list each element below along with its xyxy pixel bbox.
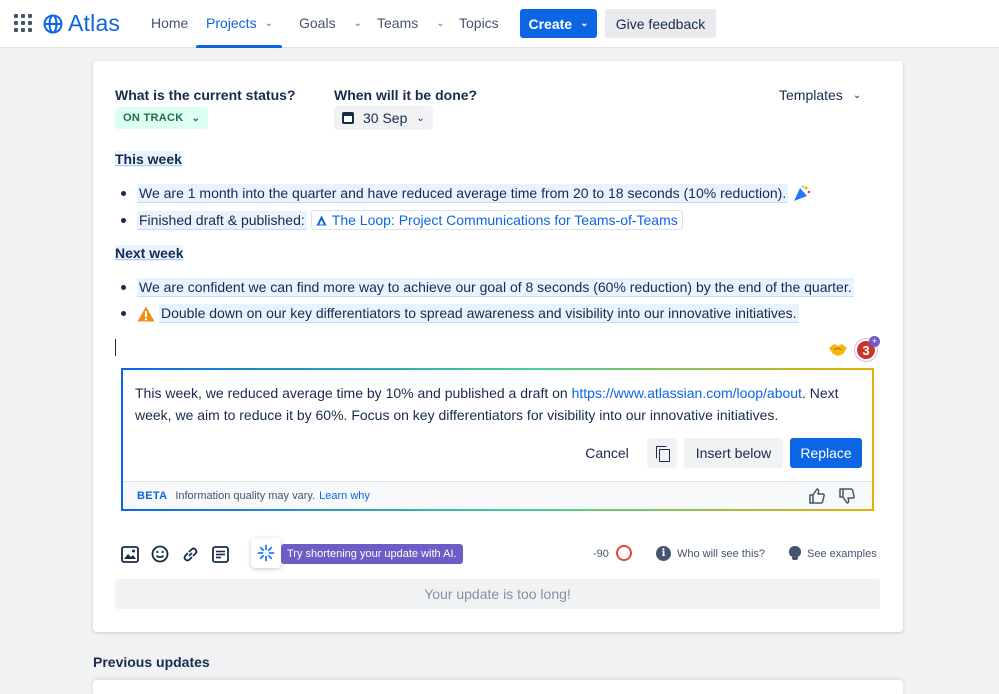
give-feedback-button[interactable]: Give feedback — [605, 9, 716, 38]
see-examples-link[interactable]: See examples — [789, 546, 877, 561]
bullet-dot — [121, 311, 126, 316]
chevron-down-icon: ⌄ — [191, 112, 201, 124]
suggestion-link[interactable]: https://www.atlassian.com/loop/about — [572, 385, 802, 401]
warning-icon — [137, 306, 155, 321]
chevron-down-icon: ⌄ — [416, 112, 425, 124]
image-icon — [121, 545, 139, 563]
chevron-down-icon: ⌄ — [264, 17, 273, 29]
insert-below-button[interactable]: Insert below — [684, 438, 783, 468]
create-button[interactable]: Create ⌄ — [520, 9, 597, 38]
top-nav: Atlas Home Projects ⌄ Goals ⌄ Teams ⌄ Topic… — [0, 0, 999, 48]
insert-image-button[interactable] — [120, 544, 140, 564]
active-tab-indicator — [196, 45, 282, 48]
list-item: We are 1 month into the quarter and have… — [121, 184, 812, 203]
nav-goals[interactable]: Goals ⌄ — [299, 15, 362, 31]
chevron-down-icon: ⌄ — [580, 18, 589, 29]
update-card: What is the current status? ON TRACK ⌄ W… — [93, 61, 903, 632]
cancel-button[interactable]: Cancel — [573, 438, 641, 468]
text-cursor — [115, 339, 116, 356]
templates-dropdown[interactable]: Templates ⌄ — [779, 87, 861, 103]
date-question: When will it be done? — [334, 87, 478, 103]
insert-link-button[interactable] — [180, 544, 200, 564]
list-item: We are confident we can find more way to… — [121, 278, 854, 297]
chevron-down-icon: ⌄ — [353, 17, 362, 29]
ai-suggestion-panel: This week, we reduced average time by 10… — [121, 368, 874, 511]
nav-teams[interactable]: Teams ⌄ — [377, 15, 445, 31]
quality-note: Information quality may vary. — [175, 489, 316, 502]
lightbulb-icon — [789, 546, 801, 561]
list-item: Double down on our key differentiators t… — [121, 304, 799, 323]
replace-button[interactable]: Replace — [790, 438, 862, 468]
loop-page-link[interactable]: The Loop: Project Communications for Tea… — [310, 210, 683, 230]
app-switcher-icon[interactable] — [14, 14, 32, 32]
insert-template-button[interactable] — [210, 544, 230, 564]
next-week-heading: Next week — [115, 245, 184, 261]
beta-label: BETA — [137, 489, 168, 502]
status-dropdown[interactable]: ON TRACK ⌄ — [115, 107, 209, 129]
copy-icon — [655, 445, 670, 462]
logo-text: Atlas — [68, 10, 121, 36]
previous-updates-heading: Previous updates — [93, 654, 210, 670]
bullet-dot — [121, 285, 126, 290]
learn-why-link[interactable]: Learn why — [319, 490, 370, 502]
ai-sparkle-icon — [257, 544, 275, 562]
document-icon — [211, 545, 229, 563]
bullet-dot — [121, 217, 126, 223]
atlas-triangle-icon — [316, 215, 327, 225]
copy-button[interactable] — [647, 438, 677, 468]
plus-icon: + — [869, 336, 880, 347]
ai-suggestion-text: This week, we reduced average time by 10… — [135, 385, 839, 423]
ai-panel-footer: BETA Information quality may vary. Learn… — [123, 481, 872, 509]
nav-topics[interactable]: Topics — [459, 15, 499, 31]
chevron-down-icon: ⌄ — [852, 89, 862, 101]
character-count: -90 — [593, 548, 609, 560]
emoji-icon — [151, 545, 169, 563]
calendar-icon — [342, 112, 354, 124]
previous-update-card — [93, 680, 903, 694]
nav-home[interactable]: Home — [151, 15, 188, 31]
date-picker[interactable]: 30 Sep ⌄ — [334, 106, 433, 130]
insert-emoji-button[interactable] — [150, 544, 170, 564]
thumbs-up-icon[interactable] — [808, 487, 826, 505]
status-question: What is the current status? — [115, 87, 296, 103]
handshake-icon — [829, 344, 847, 356]
ai-tip-tooltip: Try shortening your update with AI. — [281, 544, 463, 564]
this-week-heading: This week — [115, 151, 182, 167]
party-popper-icon — [794, 185, 811, 201]
chevron-down-icon: ⌄ — [436, 17, 445, 29]
post-update-button-disabled: Your update is too long! — [115, 579, 880, 609]
link-icon — [183, 547, 197, 561]
list-item: Finished draft & published: The Loop: Pr… — [121, 210, 683, 230]
nav-projects[interactable]: Projects ⌄ — [206, 15, 273, 31]
who-will-see-link[interactable]: i Who will see this? — [656, 546, 765, 561]
thumbs-down-icon[interactable] — [838, 487, 856, 505]
atlas-globe-icon — [43, 14, 63, 33]
character-limit-ring — [616, 545, 632, 561]
atlas-logo[interactable]: Atlas — [43, 10, 120, 37]
info-icon: i — [656, 546, 671, 561]
ai-shorten-button[interactable] — [251, 538, 281, 568]
bullet-dot — [121, 191, 126, 196]
